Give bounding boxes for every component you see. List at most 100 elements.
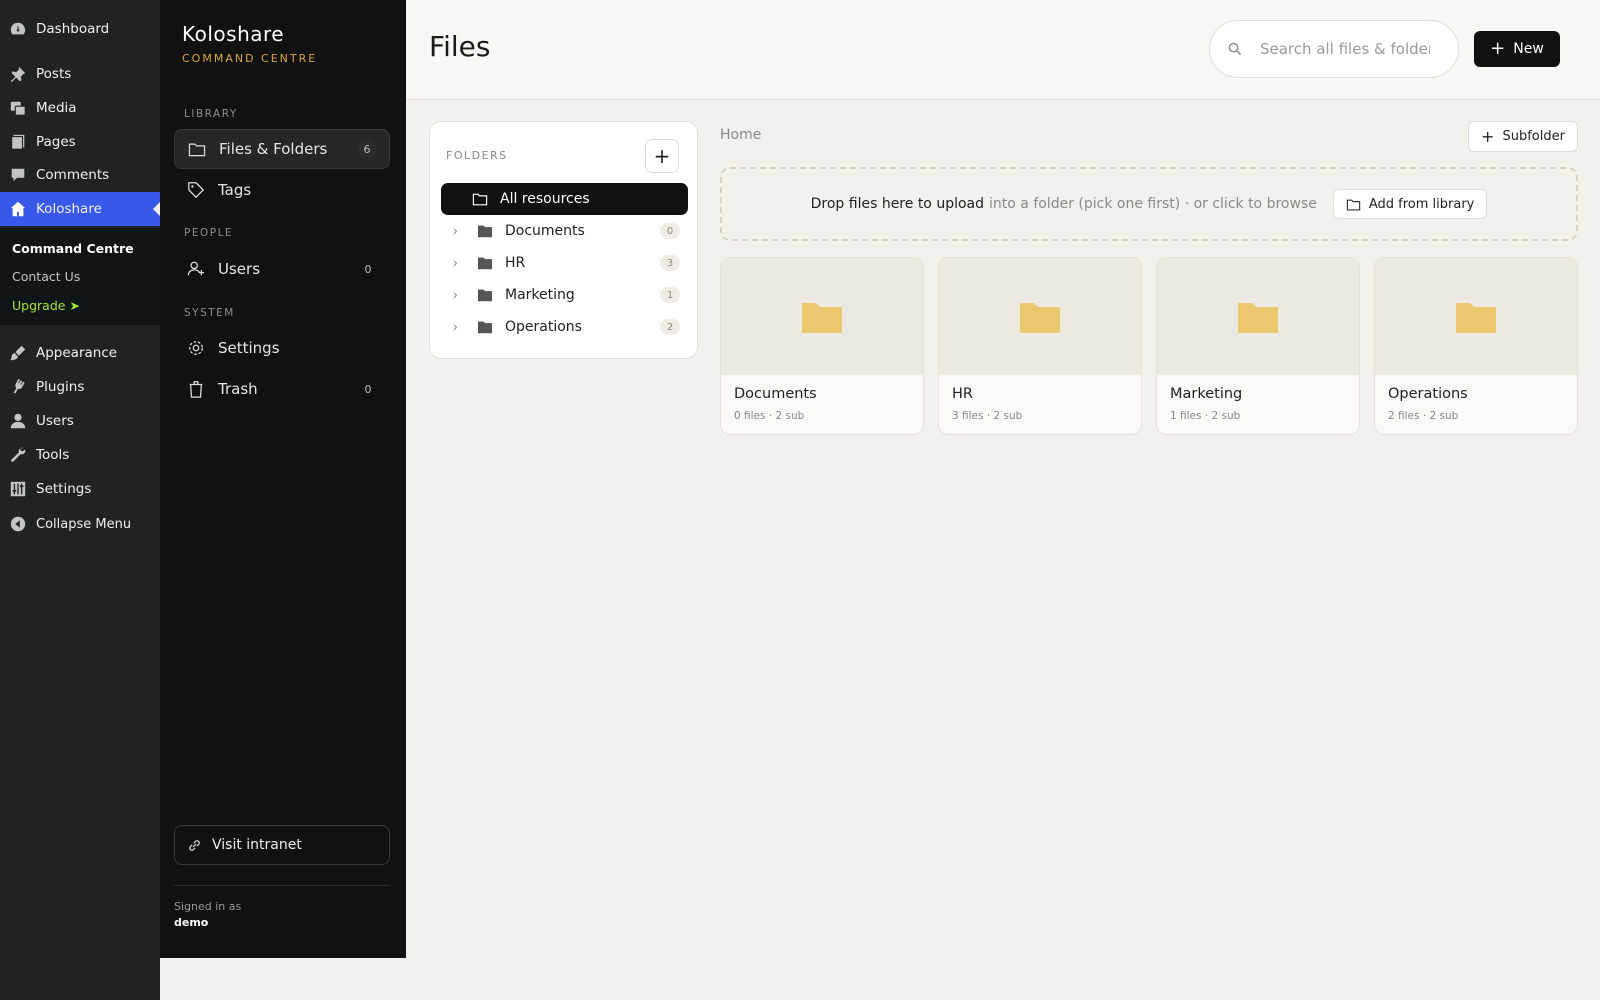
divider [174, 885, 390, 886]
page-footer-area [160, 958, 1600, 1000]
tile-meta: 0 files · 2 sub [734, 410, 805, 422]
new-label: New [1513, 41, 1544, 57]
tile-name: Operations [1388, 386, 1468, 402]
folder-count: 0 [660, 223, 680, 239]
tile-thumbnail [721, 258, 923, 375]
submenu-command-centre[interactable]: Command Centre [12, 241, 134, 256]
section-system: SYSTEM [184, 307, 235, 319]
nav-users[interactable]: Users 0 [174, 249, 390, 289]
folder-operations[interactable]: › Operations 2 [441, 311, 688, 343]
home-icon [9, 200, 27, 218]
submenu-contact-us[interactable]: Contact Us [12, 269, 80, 284]
section-library: LIBRARY [184, 108, 238, 120]
nav-tags[interactable]: Tags [174, 170, 390, 210]
folder-documents[interactable]: › Documents 0 [441, 215, 688, 247]
folder-icon [478, 257, 492, 270]
koloshare-submenu: Command Centre Contact Us Upgrade ➤ [0, 228, 160, 325]
folder-label: Operations [505, 319, 582, 335]
dashboard-icon [9, 20, 27, 38]
tile-name: Documents [734, 386, 817, 402]
menu-item-tools[interactable]: Tools [0, 438, 160, 472]
koloshare-panel: Koloshare COMMAND CENTRE LIBRARY Files &… [160, 0, 406, 958]
nav-trash[interactable]: Trash 0 [174, 369, 390, 409]
tile-meta: 1 files · 2 sub [1170, 410, 1241, 422]
menu-item-plugins[interactable]: Plugins [0, 370, 160, 404]
brand-title: Koloshare [182, 22, 285, 46]
folder-outline-icon [187, 139, 207, 159]
chevron-right-icon[interactable]: › [453, 224, 467, 238]
tile-thumbnail [1157, 258, 1359, 375]
menu-label: Media [36, 100, 77, 116]
menu-item-users[interactable]: Users [0, 404, 160, 438]
pages-icon [9, 133, 27, 151]
nav-settings[interactable]: Settings [174, 328, 390, 368]
menu-item-media[interactable]: Media [0, 91, 160, 125]
upload-dropzone[interactable]: Drop files here to upload into a folder … [720, 167, 1578, 241]
plus-icon: + [1490, 38, 1506, 59]
menu-label: Users [36, 413, 74, 429]
breadcrumb[interactable]: Home [720, 127, 761, 143]
add-folder-button[interactable]: + [645, 139, 679, 173]
count-badge: 0 [364, 382, 372, 396]
link-icon [187, 838, 202, 853]
brush-icon [9, 344, 27, 362]
folder-marketing[interactable]: › Marketing 1 [441, 279, 688, 311]
menu-label: Appearance [36, 345, 118, 361]
search-icon [1228, 42, 1242, 56]
menu-item-pages[interactable]: Pages [0, 125, 160, 159]
chevron-right-icon[interactable]: › [453, 320, 467, 334]
submenu-upgrade[interactable]: Upgrade ➤ [12, 298, 80, 313]
add-from-library-label: Add from library [1368, 196, 1475, 212]
folder-outline-icon [1346, 198, 1361, 211]
menu-label: Settings [36, 481, 92, 497]
folder-tile-marketing[interactable]: Marketing 1 files · 2 sub [1156, 257, 1360, 435]
user-plus-icon [186, 259, 206, 279]
folder-tile-operations[interactable]: Operations 2 files · 2 sub [1374, 257, 1578, 435]
menu-item-koloshare[interactable]: Koloshare [0, 192, 160, 226]
add-subfolder-button[interactable]: + Subfolder [1468, 121, 1578, 152]
folder-icon [802, 302, 842, 333]
nav-label: Trash [218, 380, 258, 398]
menu-label: Tools [36, 447, 70, 463]
menu-item-appearance[interactable]: Appearance [0, 336, 160, 370]
folder-count: 1 [660, 287, 680, 303]
folder-count: 3 [660, 255, 680, 271]
folder-tile-hr[interactable]: HR 3 files · 2 sub [938, 257, 1142, 435]
folder-outline-icon [472, 193, 488, 206]
signed-in-label: Signed in as [174, 900, 242, 913]
chevron-right-icon[interactable]: › [453, 256, 467, 270]
tile-meta: 2 files · 2 sub [1388, 410, 1459, 422]
search-box[interactable] [1209, 20, 1459, 78]
menu-item-dashboard[interactable]: Dashboard [0, 12, 160, 46]
folder-hr[interactable]: › HR 3 [441, 247, 688, 279]
folder-icon [1238, 302, 1278, 333]
drop-hint: into a folder (pick one first) · or clic… [989, 196, 1317, 212]
nav-files-folders[interactable]: Files & Folders 6 [174, 129, 390, 169]
top-bar: Files + New [406, 0, 1600, 100]
add-from-library-button[interactable]: Add from library [1332, 189, 1488, 219]
brand-subtitle: COMMAND CENTRE [182, 52, 318, 65]
section-people: PEOPLE [184, 227, 234, 239]
menu-item-posts[interactable]: Posts [0, 57, 160, 91]
menu-item-settings[interactable]: Settings [0, 472, 160, 506]
trash-icon [186, 379, 206, 399]
collapse-menu-button[interactable]: Collapse Menu [0, 507, 160, 541]
folder-tile-documents[interactable]: Documents 0 files · 2 sub [720, 257, 924, 435]
folder-all-resources[interactable]: All resources [441, 183, 688, 215]
folder-label: Documents [505, 223, 585, 239]
folder-icon [1456, 302, 1496, 333]
media-icon [9, 99, 27, 117]
visit-intranet-button[interactable]: Visit intranet [174, 825, 390, 865]
menu-label: Comments [36, 167, 110, 183]
search-input[interactable] [1260, 40, 1430, 58]
menu-item-comments[interactable]: Comments [0, 158, 160, 192]
gear-icon [186, 338, 206, 358]
nav-label: Tags [218, 181, 252, 199]
chevron-right-icon[interactable]: › [453, 288, 467, 302]
folder-icon [478, 289, 492, 302]
tile-thumbnail [939, 258, 1141, 375]
new-button[interactable]: + New [1474, 31, 1560, 67]
wp-admin-menu: Dashboard Posts Media Pages Comments Kol… [0, 0, 160, 1000]
folder-count: 2 [660, 319, 680, 335]
folder-label: HR [505, 255, 526, 271]
